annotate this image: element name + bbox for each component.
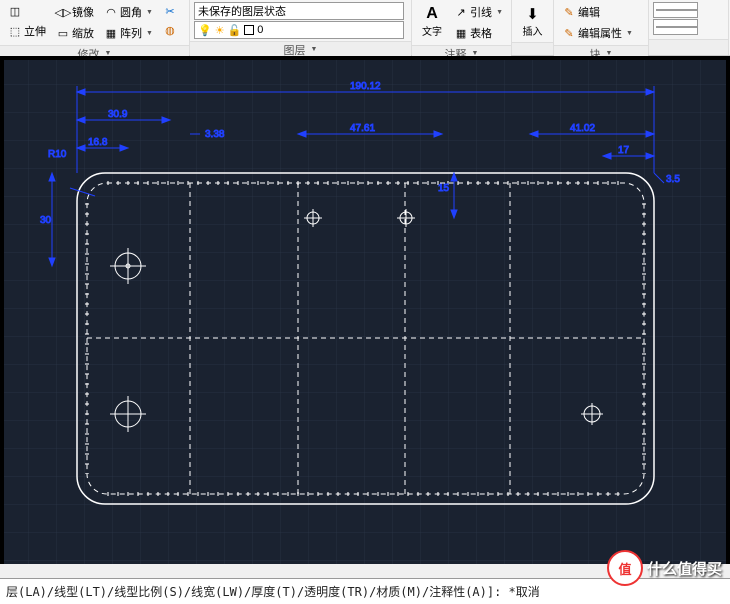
modify-extra1[interactable]: ✂: [159, 2, 181, 20]
svg-text:41.02: 41.02: [570, 123, 595, 134]
holes: [110, 209, 603, 432]
copy-button[interactable]: ◫: [4, 2, 50, 20]
sun-icon: ☀: [215, 24, 225, 37]
linetype-dropdown[interactable]: [653, 2, 698, 18]
hatch-icon: ◍: [163, 23, 177, 37]
insert-label: 插入: [523, 23, 543, 38]
fillet-label: 圆角: [120, 4, 142, 20]
lock-icon: 🔓: [228, 24, 242, 37]
color-swatch: [244, 25, 254, 35]
trim-icon: ✂: [163, 4, 177, 18]
scale-label: 缩放: [72, 25, 94, 41]
table-button[interactable]: ▦表格: [450, 23, 507, 43]
array-button[interactable]: ▦阵列▼: [100, 23, 157, 43]
text-label: 文字: [422, 23, 442, 38]
stretch-label: 立伸: [24, 23, 46, 39]
stretch-button[interactable]: ⬚立伸: [4, 21, 50, 41]
command-text: 层(LA)/线型(LT)/线型比例(S)/线宽(LW)/厚度(T)/透明度(TR…: [6, 585, 540, 599]
svg-text:190.12: 190.12: [350, 81, 381, 92]
modify-extra2[interactable]: ◍: [159, 21, 181, 39]
mirror-label: 镜像: [72, 4, 94, 20]
text-icon: A: [426, 5, 438, 23]
svg-text:R10: R10: [48, 149, 67, 160]
cad-canvas[interactable]: 190.12 30.9 16.8 3.38 47.61 41.02 17 3.5…: [0, 56, 730, 564]
layer-current-dropdown[interactable]: 💡 ☀ 🔓 0: [194, 21, 404, 39]
construction-lines: [87, 183, 644, 494]
svg-text:3.38: 3.38: [205, 129, 225, 140]
lightbulb-icon: 💡: [198, 24, 212, 37]
edit-label: 编辑: [578, 4, 600, 20]
fillet-button[interactable]: ◠圆角▼: [100, 2, 157, 22]
scale-button[interactable]: ▭缩放: [52, 23, 98, 43]
scale-icon: ▭: [56, 26, 70, 40]
stretch-icon: ⬚: [8, 24, 22, 38]
table-label: 表格: [470, 25, 492, 41]
leader-icon: ↗: [454, 5, 468, 19]
copy-icon: ◫: [8, 4, 22, 18]
panel-modify: ◫ ⬚立伸 ◁▷镜像 ▭缩放 ◠圆角▼ ▦阵列▼ ✂ ◍ 修改▼: [0, 0, 190, 55]
svg-text:30: 30: [40, 215, 52, 226]
insert-icon: ⬇: [526, 5, 539, 23]
svg-text:17: 17: [618, 145, 630, 156]
watermark-text: 什么值得买: [647, 558, 722, 579]
lineweight-dropdown[interactable]: [653, 19, 698, 35]
panel-layers: 未保存的图层状态 💡 ☀ 🔓 0 图层▼: [190, 0, 412, 55]
layer-name: 0: [257, 24, 263, 36]
panel-annotation: A 文字 ↗引线▼ ▦表格 注释▼: [412, 0, 512, 55]
mirror-button[interactable]: ◁▷镜像: [52, 2, 98, 22]
panel-insert-label: [512, 42, 553, 55]
layer-state-dropdown[interactable]: 未保存的图层状态: [194, 2, 404, 20]
svg-text:47.61: 47.61: [350, 123, 375, 134]
svg-text:3.5: 3.5: [666, 174, 680, 185]
edit-block-button[interactable]: ✎编辑: [558, 2, 637, 22]
drawing: 190.12 30.9 16.8 3.38 47.61 41.02 17 3.5…: [0, 56, 730, 564]
watermark: 值 什么值得买: [607, 550, 722, 586]
svg-text:16.8: 16.8: [88, 137, 108, 148]
edit-icon: ✎: [562, 5, 576, 19]
panel-block: ✎编辑 ✎编辑属性▼ 块▼: [554, 0, 649, 55]
ribbon-toolbar: ◫ ⬚立伸 ◁▷镜像 ▭缩放 ◠圆角▼ ▦阵列▼ ✂ ◍ 修改▼ 未保存的图层状…: [0, 0, 730, 56]
table-icon: ▦: [454, 26, 468, 40]
mirror-icon: ◁▷: [56, 5, 70, 19]
edit-attr-button[interactable]: ✎编辑属性▼: [558, 23, 637, 43]
panel-properties: [649, 0, 729, 55]
leader-button[interactable]: ↗引线▼: [450, 2, 507, 22]
panel-layers-label: 图层▼: [190, 41, 411, 57]
editattr-label: 编辑属性: [578, 25, 622, 41]
leader-label: 引线: [470, 4, 492, 20]
array-icon: ▦: [104, 26, 118, 40]
svg-text:30.9: 30.9: [108, 109, 128, 120]
editattr-icon: ✎: [562, 26, 576, 40]
text-button[interactable]: A 文字: [416, 2, 448, 40]
panel-props-label: [649, 39, 728, 55]
svg-text:15: 15: [438, 183, 450, 194]
array-label: 阵列: [120, 25, 142, 41]
layer-state-value: 未保存的图层状态: [198, 3, 286, 19]
fillet-icon: ◠: [104, 5, 118, 19]
insert-button[interactable]: ⬇ 插入: [516, 2, 549, 40]
panel-insert: ⬇ 插入: [512, 0, 554, 55]
watermark-badge: 值: [607, 550, 643, 586]
